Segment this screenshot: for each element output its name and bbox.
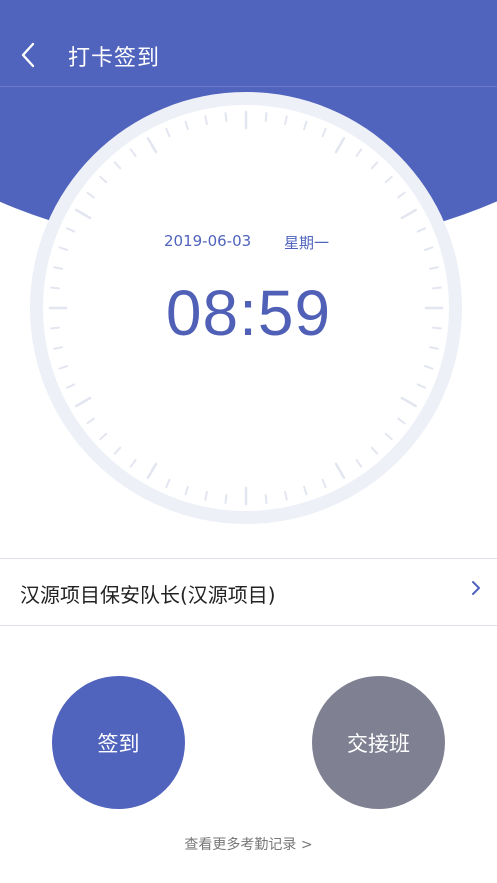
clock-tick-mark <box>224 493 228 504</box>
clock-weekday: 星期一 <box>284 234 330 252</box>
clock-tick-mark <box>264 112 268 123</box>
clock-tick-mark <box>264 493 268 504</box>
more-attendance-records-link[interactable]: 查看更多考勤记录 > <box>0 834 497 854</box>
page-title: 打卡签到 <box>68 46 161 71</box>
handover-button[interactable]: 交接班 <box>312 676 445 809</box>
top-navigation-bar: 打卡签到 <box>0 0 497 87</box>
handover-label: 交接班 <box>347 731 410 756</box>
clock-tick-mark <box>224 112 228 123</box>
sign-in-label: 签到 <box>97 731 140 756</box>
post-selector-row[interactable]: 汉源项目保安队长(汉源项目) <box>0 558 497 626</box>
post-label: 汉源项目保安队长(汉源项目) <box>20 583 276 607</box>
chevron-left-icon <box>21 42 35 68</box>
clock-time: 08:59 <box>165 277 332 349</box>
sign-in-button[interactable]: 签到 <box>52 676 185 809</box>
back-button[interactable] <box>12 38 44 72</box>
clock-date: 2019-06-03 <box>164 232 252 250</box>
chevron-right-icon <box>472 581 480 595</box>
